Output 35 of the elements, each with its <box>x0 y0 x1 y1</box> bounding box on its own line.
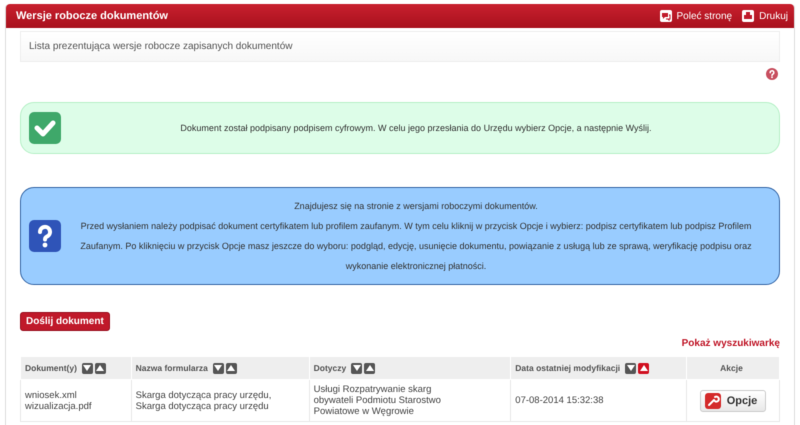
description-box: Lista prezentująca wersje robocze zapisanych dokumentów <box>20 31 780 62</box>
column-header: Dotyczy <box>314 363 346 373</box>
sort-up-icon[interactable] <box>94 362 106 374</box>
sort-down-icon[interactable] <box>625 362 636 374</box>
info-text: Przed wysłaniem należy podpisać dokument certyfikatem lub profilem zaufanym. W tym celu kliknij w przycisk Opcje i wybierz: podpisz certyfikatem lub podpisz Profilem Zaufanym. Po kliknięciu w przycisk Opcje masz jeszcze do wyboru: podgląd, edycję, usunięcie dokumentu, powiązanie z usługą lub ze sprawą, weryfikację podpisu oraz wykonanie elektronicznej płatności. <box>79 220 753 273</box>
document-name[interactable]: wizualizacja.pdf <box>25 400 127 412</box>
sort-down-icon[interactable] <box>351 362 362 374</box>
column-header: Dokument(y) <box>25 363 77 373</box>
recommend-link[interactable]: Poleć stronę <box>660 10 732 22</box>
wrench-icon <box>704 392 721 408</box>
sort-up-icon[interactable] <box>364 362 376 374</box>
form-name: Skarga dotycząca pracy urzędu, <box>136 390 272 400</box>
modified-date: 07-08-2014 15:32:38 <box>515 395 604 406</box>
checkmark-icon <box>29 112 61 144</box>
info-text: Znajdujesz się na stronie z wersjami roboczymi dokumentów. <box>293 200 539 213</box>
success-text: Dokument został podpisany podpisem cyfrowym. W celu jego przesłania do Urzędu wybierz Opcje, a następnie Wyślij. <box>179 123 653 133</box>
show-search-link[interactable]: Pokaż wyszukiwarkę <box>682 338 780 349</box>
page-title: Wersje robocze dokumentów <box>16 10 168 22</box>
subject-text: Usługi Rozpatrywanie skarg obywateli Podmiotu Starostwo Powiatowe w Węgrowie <box>314 384 442 417</box>
question-icon <box>29 220 61 252</box>
sort-up-icon[interactable] <box>638 362 650 374</box>
help-icon[interactable] <box>766 68 778 80</box>
options-button[interactable]: Opcje <box>700 390 766 412</box>
add-document-button[interactable]: Doślij dokument <box>20 312 110 331</box>
sort-up-icon[interactable] <box>226 362 237 374</box>
form-name: Skarga dotycząca pracy urzędu <box>136 400 270 412</box>
column-header: Akcje <box>720 363 743 373</box>
column-header: Nazwa formularza <box>136 363 208 373</box>
document-name[interactable]: wniosek.xml <box>25 390 127 400</box>
sort-down-icon[interactable] <box>212 362 224 374</box>
printer-icon <box>742 10 754 22</box>
sort-down-icon[interactable] <box>82 362 93 374</box>
print-link[interactable]: Drukuj <box>742 10 788 22</box>
column-header: Data ostatniej modyfikacji <box>515 363 620 373</box>
speech-bubble-icon <box>660 10 672 22</box>
